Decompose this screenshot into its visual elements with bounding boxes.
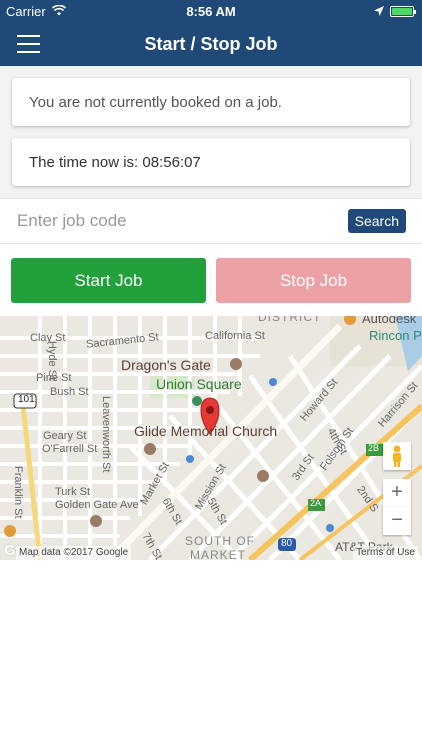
highway-101-label: 101: [18, 394, 35, 405]
map-label-bush: Bush St: [50, 386, 89, 398]
map-label-leavenworth: Leavenworth St: [100, 396, 112, 473]
map-label-market-district: MARKET: [190, 548, 247, 560]
map-label-district: DISTRICT: [258, 316, 322, 324]
status-bar: Carrier 8:56 AM: [0, 0, 422, 22]
exit-2a-label: 2A: [310, 498, 322, 508]
street-view-pegman-icon[interactable]: [383, 442, 411, 470]
map-view[interactable]: Dragon's Gate Union Square Glide Memoria…: [0, 316, 422, 560]
empty-area: [0, 560, 422, 740]
status-right: [374, 4, 416, 19]
page-title: Start / Stop Job: [144, 34, 278, 54]
map-label-south-of: SOUTH OF: [185, 534, 255, 548]
map-label-autodesk: Autodesk: [362, 316, 417, 326]
map-label-turk: Turk St: [55, 486, 91, 498]
zoom-in-button[interactable]: +: [383, 479, 411, 507]
booking-status-card: You are not currently booked on a job.: [12, 78, 410, 126]
map-label-dragons-gate: Dragon's Gate: [121, 357, 211, 373]
stop-job-button[interactable]: Stop Job: [216, 258, 411, 303]
map-label-hyde: Hyde St: [46, 341, 58, 381]
map-label-golden-gate: Golden Gate Ave: [55, 499, 139, 511]
booking-info: You are not currently booked on a job. T…: [0, 66, 422, 198]
highway-80-label: 80: [281, 538, 293, 549]
job-actions: Start Job Stop Job: [0, 244, 422, 316]
booking-status-text: You are not currently booked on a job.: [29, 93, 282, 111]
zoom-out-button[interactable]: −: [383, 507, 411, 535]
terms-of-use-link[interactable]: Terms of Use: [353, 546, 418, 560]
current-time-text: The time now is: 08:56:07: [29, 153, 201, 171]
map-label-rincon: Rincon P: [369, 328, 422, 343]
map-label-geary: Geary St: [43, 430, 87, 442]
map-label-california: California St: [205, 330, 265, 342]
battery-icon: [390, 6, 416, 17]
location-arrow-icon: [374, 4, 384, 19]
job-code-row: Search: [0, 198, 422, 244]
map-label-ofarrell: O'Farrell St: [42, 443, 98, 455]
current-time-card: The time now is: 08:56:07: [12, 138, 410, 186]
map-attribution: Map data ©2017 Google: [16, 546, 132, 560]
exit-2b-label: 2B: [368, 443, 380, 453]
search-button[interactable]: Search: [347, 209, 406, 233]
nav-bar: Start / Stop Job: [0, 22, 422, 66]
map-label-glide: Glide Memorial Church: [134, 423, 278, 439]
map-label-union-square: Union Square: [156, 376, 242, 392]
start-job-button[interactable]: Start Job: [11, 258, 206, 303]
job-code-input[interactable]: [17, 211, 348, 231]
clock: 8:56 AM: [186, 4, 236, 19]
map-label-franklin: Franklin St: [12, 466, 24, 519]
